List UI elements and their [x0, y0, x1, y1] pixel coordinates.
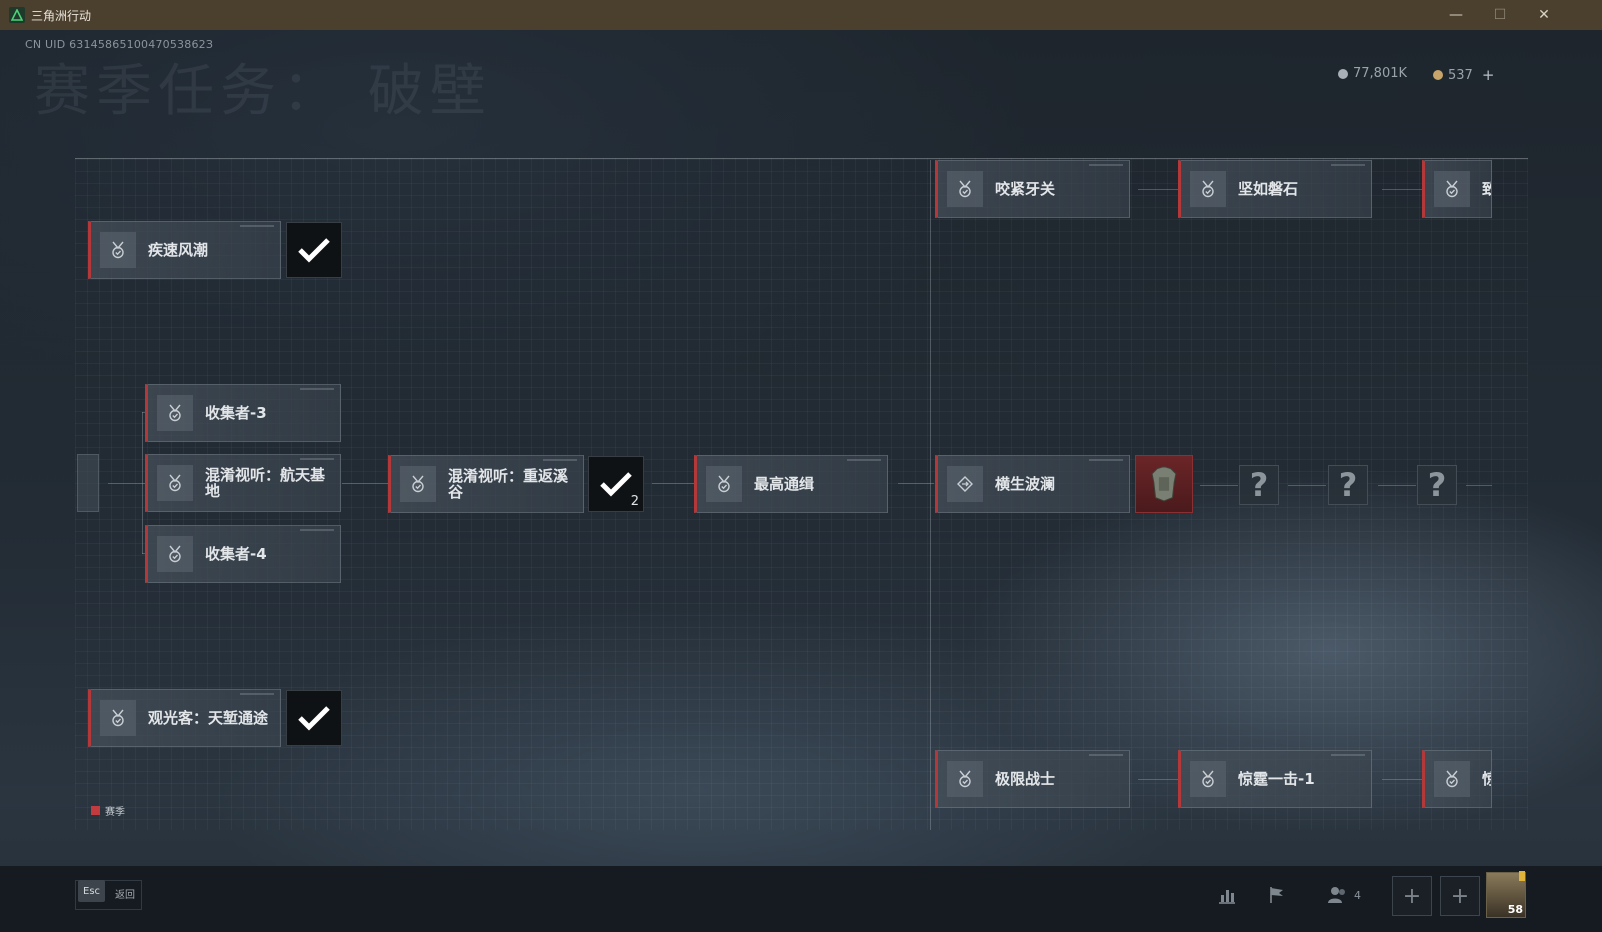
task-label: 极限战士 — [995, 770, 1056, 788]
connector — [1200, 485, 1238, 486]
bottom-bar: Esc 返回 4 + + 58 — [0, 866, 1602, 932]
task-label: 横生波澜 — [995, 475, 1056, 493]
main-scene: CN UID 6314586510047053862З 赛季任务： 破壁 77,… — [0, 30, 1602, 932]
task-card-hengsheng[interactable]: 横生波澜 — [935, 455, 1130, 513]
currency-a-value: 77,801K — [1353, 66, 1408, 81]
connector — [1138, 779, 1178, 780]
legend-swatch — [91, 806, 100, 815]
task-label: 最高通缉 — [754, 475, 815, 493]
connector — [1288, 485, 1326, 486]
task-card-jianru[interactable]: 坚如磐石 — [1178, 160, 1372, 218]
task-card-jixian[interactable]: 极限战士 — [935, 750, 1130, 808]
locked-reward-1[interactable]: ? — [1239, 465, 1279, 505]
task-label: 疾速风潮 — [148, 241, 209, 259]
player-avatar[interactable]: 58 — [1486, 871, 1526, 918]
task-card-zhi[interactable]: 致 — [1422, 160, 1492, 218]
task-card-guanguang[interactable]: 观光客：天堑通途 — [88, 689, 281, 747]
medal-check-icon — [947, 171, 983, 207]
connector — [898, 483, 934, 484]
connector — [1138, 189, 1178, 190]
task-card-hunxiao-chongfan[interactable]: 混淆视听：重返溪谷 — [388, 455, 584, 513]
completed-check-2: 2 — [588, 456, 644, 512]
task-label: 收集者-3 — [205, 404, 267, 422]
legend: 赛季 — [91, 803, 125, 818]
medal-check-icon — [1190, 171, 1226, 207]
medal-check-icon — [1434, 171, 1470, 207]
flag-icon[interactable] — [1262, 880, 1292, 910]
connector — [342, 483, 388, 484]
task-label: 咬紧牙关 — [995, 180, 1056, 198]
silver-coin-icon — [1338, 68, 1348, 79]
medal-check-icon — [1434, 761, 1470, 797]
people-icon[interactable] — [1322, 880, 1352, 910]
task-card-jingting1[interactable]: 惊霆一击-1 — [1178, 750, 1372, 808]
task-card-yaojin[interactable]: 咬紧牙关 — [935, 160, 1130, 218]
currency-a: 77,801K — [1338, 66, 1407, 81]
medal-check-icon — [157, 395, 193, 431]
back-label[interactable]: 返回 — [115, 886, 135, 901]
armor-icon — [1151, 466, 1177, 502]
connector — [1382, 189, 1422, 190]
task-label: 混淆视听：重返溪谷 — [448, 467, 569, 501]
task-card-jing[interactable]: 惊 — [1422, 750, 1492, 808]
connector — [108, 483, 142, 484]
check-icon — [298, 706, 330, 731]
completed-check — [286, 690, 342, 746]
task-label: 坚如磐石 — [1238, 180, 1299, 198]
locked-reward-3[interactable]: ? — [1417, 465, 1457, 505]
task-label: 收集者-4 — [205, 545, 267, 563]
player-level: 58 — [1507, 903, 1523, 916]
medal-check-icon — [400, 466, 436, 502]
window-title: 三角洲行动 — [31, 8, 92, 23]
task-label: 观光客：天堑通途 — [148, 709, 269, 727]
task-label: 惊 — [1482, 771, 1491, 787]
gold-coin-icon — [1433, 70, 1443, 80]
task-card-shouji3[interactable]: 收集者-3 — [145, 384, 341, 442]
connector — [1378, 485, 1416, 486]
notification-flag — [1519, 871, 1525, 881]
medal-check-icon — [100, 232, 136, 268]
legend-label: 赛季 — [105, 807, 125, 818]
window-titlebar: 三角洲行动 — ☐ ✕ — [0, 0, 1602, 30]
connector — [1466, 485, 1492, 486]
task-card-jisu[interactable]: 疾速风潮 — [88, 221, 281, 279]
minimize-button[interactable]: — — [1433, 0, 1479, 30]
page-title: 赛季任务： 破壁 — [34, 59, 492, 124]
medal-check-icon — [100, 700, 136, 736]
task-label: 惊霆一击-1 — [1238, 770, 1315, 788]
esc-key[interactable]: Esc — [78, 880, 106, 902]
task-label: 致 — [1482, 181, 1491, 197]
task-card-hunxiao-hangtian[interactable]: 混淆视听：航天基地 — [145, 454, 341, 512]
check-icon — [298, 238, 330, 263]
bar-chart-icon[interactable] — [1212, 880, 1242, 910]
medal-check-icon — [706, 466, 742, 502]
reward-armor[interactable] — [1135, 455, 1193, 513]
currency-b: 537 + — [1433, 66, 1494, 84]
app-logo-icon — [9, 7, 25, 23]
medal-check-icon — [947, 761, 983, 797]
close-button[interactable]: ✕ — [1521, 0, 1567, 30]
completed-check — [286, 222, 342, 278]
locked-reward-2[interactable]: ? — [1328, 465, 1368, 505]
add-teammate-slot-1[interactable]: + — [1392, 876, 1432, 916]
task-card-shouji4[interactable]: 收集者-4 — [145, 525, 341, 583]
check-icon — [600, 472, 632, 497]
maximize-button[interactable]: ☐ — [1477, 0, 1523, 30]
squad-count: 4 — [1354, 889, 1361, 902]
diamond-arrows-icon — [947, 466, 983, 502]
medal-check-icon — [1190, 761, 1226, 797]
connector — [930, 160, 931, 830]
task-card-zuigao[interactable]: 最高通缉 — [694, 455, 888, 513]
currency-b-value: 537 — [1448, 67, 1473, 83]
medal-check-icon — [157, 536, 193, 572]
connector — [652, 483, 694, 484]
add-currency-button[interactable]: + — [1482, 66, 1495, 84]
add-teammate-slot-2[interactable]: + — [1440, 876, 1480, 916]
prev-chain-stub — [77, 454, 99, 512]
medal-check-icon — [157, 465, 193, 501]
task-label: 混淆视听：航天基地 — [205, 466, 326, 500]
connector — [1382, 779, 1422, 780]
check-count: 2 — [630, 494, 639, 509]
